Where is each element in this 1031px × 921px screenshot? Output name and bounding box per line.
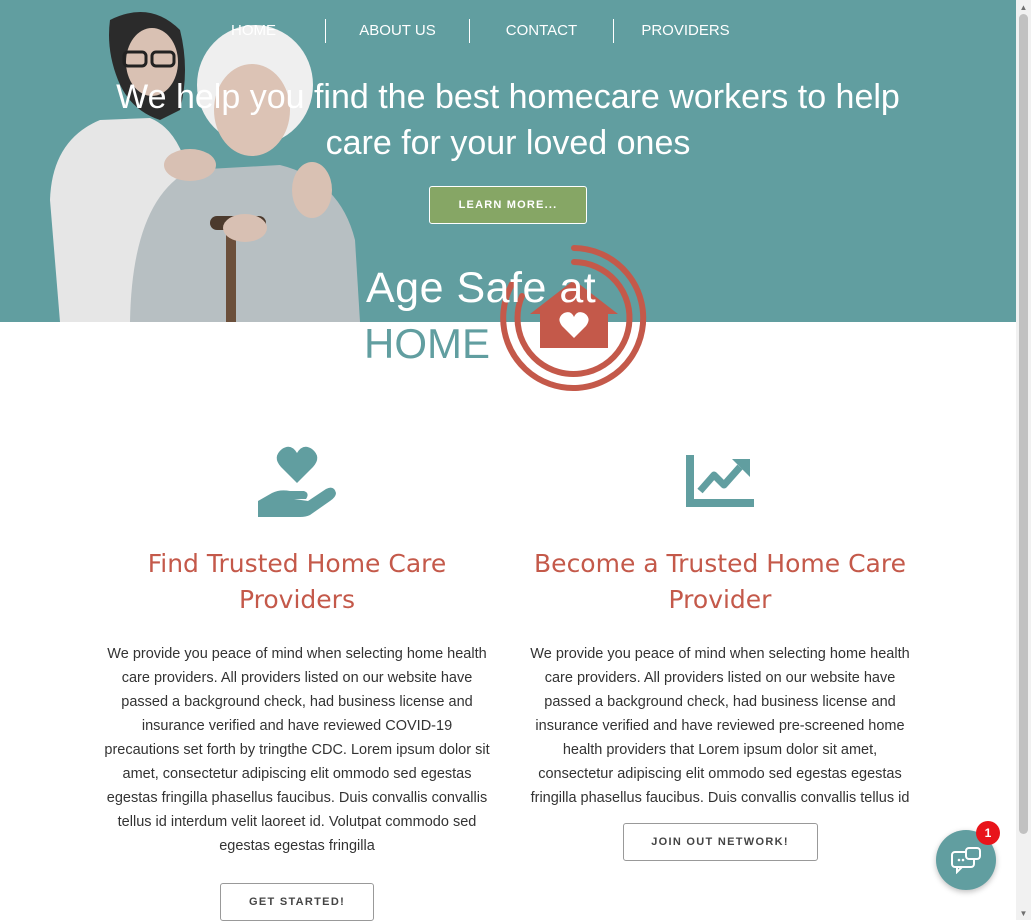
logo-line-1: Age Safe at xyxy=(366,264,597,312)
join-network-button[interactable]: JOIN OUT NETWORK! xyxy=(622,823,818,861)
nav-contact[interactable]: CONTACT xyxy=(469,19,613,43)
page-scrollbar[interactable]: ▲ ▼ xyxy=(1016,0,1031,920)
get-started-button[interactable]: GET STARTED! xyxy=(220,883,374,921)
chat-bubbles-icon xyxy=(951,847,981,874)
nav-providers[interactable]: PROVIDERS xyxy=(613,19,757,43)
find-providers-title: Find Trusted Home Care Providers xyxy=(147,549,447,614)
find-providers-column: Find Trusted Home Care Providers We prov… xyxy=(97,440,497,921)
age-safe-logo[interactable]: Age Safe at HOME xyxy=(360,240,660,400)
hero-headline: We help you find the best homecare worke… xyxy=(116,78,900,162)
chart-line-up-icon xyxy=(520,440,920,522)
nav-about-us[interactable]: ABOUT US xyxy=(325,19,469,43)
become-provider-text: We provide you peace of mind when select… xyxy=(530,646,910,806)
heart-in-hand-icon xyxy=(97,440,497,522)
find-providers-text: We provide you peace of mind when select… xyxy=(104,646,490,854)
become-provider-column: Become a Trusted Home Care Provider We p… xyxy=(520,440,920,861)
scrollbar-thumb[interactable] xyxy=(1019,14,1028,834)
become-provider-title: Become a Trusted Home Care Provider xyxy=(534,549,906,614)
main-nav: HOME ABOUT US CONTACT PROVIDERS xyxy=(182,0,757,62)
nav-home[interactable]: HOME xyxy=(182,19,325,43)
scroll-down-arrow-icon[interactable]: ▼ xyxy=(1016,906,1031,920)
chat-notification-badge: 1 xyxy=(976,821,1000,845)
logo-line-2: HOME xyxy=(364,320,490,367)
learn-more-button[interactable]: LEARN MORE... xyxy=(429,186,587,224)
scroll-up-arrow-icon[interactable]: ▲ xyxy=(1016,0,1031,14)
